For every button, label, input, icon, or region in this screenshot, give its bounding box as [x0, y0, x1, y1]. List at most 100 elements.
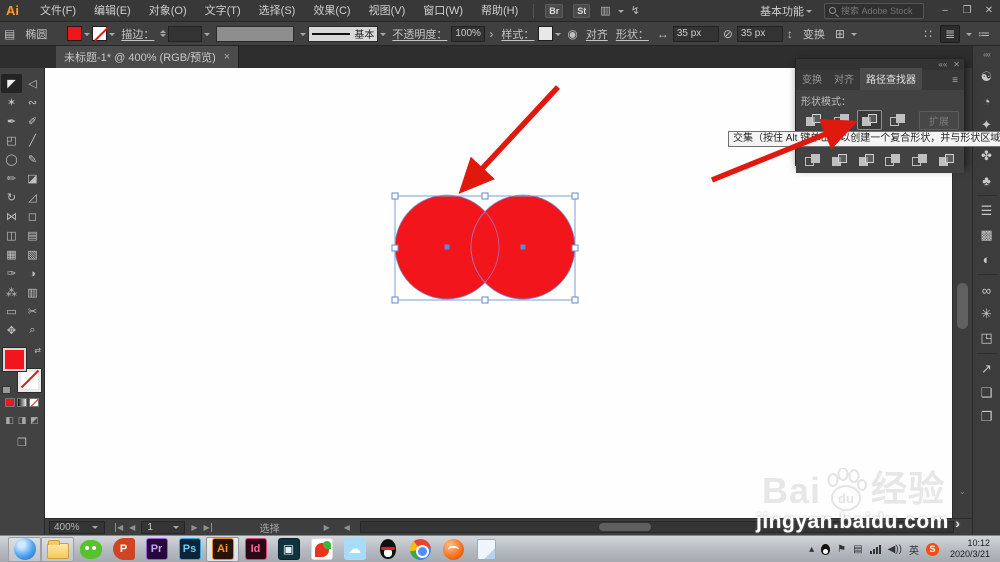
taskbar-premiere[interactable]: Pr — [140, 537, 173, 562]
taskbar-photoshop[interactable]: Ps — [173, 537, 206, 562]
next-artboard-icon[interactable]: ▶ — [191, 523, 197, 532]
transform-icon[interactable]: ⊞ — [835, 27, 845, 41]
taskbar-wechat[interactable] — [74, 537, 107, 562]
more-options-chevron[interactable]: › — [489, 27, 493, 41]
menu-effect[interactable]: 效果(C) — [304, 0, 359, 22]
stroke-icon[interactable]: ☰ — [976, 199, 998, 223]
magic-wand-tool[interactable]: ✶ — [1, 93, 22, 112]
expand-panels-icon[interactable]: «« — [983, 50, 991, 59]
chevron-down-icon[interactable] — [300, 32, 307, 39]
chevron-down-icon[interactable] — [617, 9, 624, 16]
constrain-options-icon[interactable]: ∷ — [924, 27, 932, 41]
zoom-tool[interactable]: ⌕ — [22, 321, 43, 340]
color-guide-icon[interactable]: ◔ — [976, 89, 998, 113]
direct-selection-tool[interactable]: ◁ — [22, 74, 43, 93]
panel-collapse-icon[interactable]: «« — [938, 60, 947, 69]
chevron-right-icon[interactable]: ▶ — [324, 523, 330, 532]
symbol-sprayer-tool[interactable]: ⁂ — [1, 283, 22, 302]
panel-menu-icon[interactable]: ≡ — [946, 75, 964, 90]
ellipse-tool[interactable]: ◯ — [1, 150, 22, 169]
screen-mode-button[interactable]: ❐ — [0, 436, 44, 449]
workspace-switcher[interactable]: 基本功能 — [760, 3, 814, 19]
selection-tool[interactable]: ◤ — [1, 74, 22, 93]
color-icon[interactable]: ☯ — [976, 65, 998, 89]
outline-button[interactable] — [908, 150, 932, 170]
artboard-number-input[interactable] — [145, 520, 164, 534]
style-swatch[interactable] — [538, 26, 554, 41]
lasso-tool[interactable]: ∾ — [22, 93, 43, 112]
artboards-icon[interactable]: ❐ — [976, 405, 998, 429]
menu-window[interactable]: 窗口(W) — [414, 0, 472, 22]
stock-search[interactable] — [824, 2, 925, 19]
chevron-left-icon[interactable]: ◀ — [344, 523, 350, 532]
shaper-tool[interactable]: ✏ — [1, 169, 22, 188]
ime-toolbar-icon[interactable]: ▤ — [853, 544, 862, 555]
crop-button[interactable] — [881, 150, 905, 170]
slice-tool[interactable]: ✂ — [22, 302, 43, 321]
color-mode-button[interactable] — [5, 398, 15, 407]
tab-pathfinder[interactable]: 路径查找器 — [860, 68, 922, 90]
line-segment-tool[interactable]: ╱ — [22, 131, 43, 150]
bridge-button[interactable]: Br — [545, 3, 564, 18]
taskbar-clock[interactable]: 10:12 2020/3/21 — [950, 538, 994, 561]
gpu-performance-icon[interactable]: ↯ — [631, 4, 640, 17]
taskbar-notepad[interactable] — [470, 537, 503, 562]
tab-transform[interactable]: 变换 — [796, 68, 828, 90]
hidden-icons-arrow[interactable]: ▴ — [809, 544, 814, 555]
chevron-down-icon[interactable] — [84, 32, 91, 39]
free-transform-tool[interactable]: ◻ — [22, 207, 43, 226]
chevron-down-icon[interactable] — [109, 32, 116, 39]
taskbar-baidu-app[interactable]: ☁ — [338, 537, 371, 562]
qq-tray-icon[interactable] — [821, 543, 831, 555]
shape-width-input[interactable] — [673, 26, 718, 41]
chevron-down-icon[interactable] — [555, 32, 562, 39]
taskbar-qq[interactable] — [371, 537, 404, 562]
intersect-button[interactable] — [857, 110, 882, 130]
brushes-icon[interactable]: ♣ — [976, 168, 998, 192]
eyedropper-tool[interactable]: ✑ — [1, 264, 22, 283]
width-tool[interactable]: ⋈ — [1, 207, 22, 226]
gradient-mode-button[interactable] — [17, 398, 27, 407]
chevron-down-icon[interactable] — [380, 32, 387, 39]
divide-button[interactable] — [801, 150, 825, 170]
sogou-ime-icon[interactable]: S — [925, 542, 939, 556]
zoom-level-dropdown[interactable]: 400% — [49, 520, 105, 534]
align-label[interactable]: 对齐 — [586, 26, 608, 42]
draw-behind-icon[interactable]: ◨ — [18, 415, 27, 426]
eraser-tool[interactable]: ◪ — [22, 169, 43, 188]
swap-colors-icon[interactable]: ⇄ — [34, 346, 41, 355]
link-dimensions-icon[interactable]: ⊘ — [723, 27, 733, 41]
chevron-down-icon[interactable] — [966, 32, 972, 39]
recolor-artwork-icon[interactable]: ◉ — [567, 27, 577, 41]
layers-icon[interactable]: ❏ — [976, 381, 998, 405]
horizontal-scrollbar-thumb[interactable] — [598, 523, 651, 531]
menu-help[interactable]: 帮助(H) — [472, 0, 527, 22]
taskbar-powerpoint[interactable]: P — [107, 537, 140, 562]
transparency-icon[interactable]: ◐ — [976, 247, 998, 271]
taskbar-video-editor[interactable]: ▣ — [272, 537, 305, 562]
taskbar-indesign[interactable]: Id — [239, 537, 272, 562]
brush-definition-dropdown[interactable]: 基本 — [308, 25, 379, 42]
tab-close-icon[interactable]: × — [224, 51, 230, 63]
panel-list-icon[interactable]: ≔ — [978, 27, 990, 41]
stroke-weight-label[interactable]: 描边： — [121, 26, 154, 42]
alert-flag-icon[interactable]: ⚑ — [837, 544, 846, 555]
none-mode-button[interactable] — [29, 398, 39, 407]
fill-swatch[interactable] — [3, 348, 26, 371]
fill-color-swatch[interactable] — [67, 26, 83, 41]
arrange-documents-icon[interactable]: ▥ — [600, 4, 610, 17]
network-signal-icon[interactable] — [869, 544, 881, 554]
minus-front-button[interactable] — [829, 110, 854, 130]
minimize-button[interactable]: – — [934, 0, 956, 22]
artboard-number-box[interactable] — [141, 520, 186, 534]
graphic-styles-icon[interactable]: ◳ — [976, 326, 998, 350]
stroke-swatch[interactable] — [18, 369, 41, 392]
first-artboard-icon[interactable]: ◀ — [115, 522, 123, 532]
stroke-weight-value[interactable] — [168, 25, 203, 42]
gradient-icon[interactable]: ▩ — [976, 223, 998, 247]
prev-artboard-icon[interactable]: ◀ — [129, 523, 135, 532]
document-tab[interactable]: 未标题-1* @ 400% (RGB/预览) × — [56, 46, 240, 68]
shape-height-input[interactable] — [737, 26, 782, 41]
pen-tool[interactable]: ✒ — [1, 112, 22, 131]
menu-view[interactable]: 视图(V) — [360, 0, 415, 22]
